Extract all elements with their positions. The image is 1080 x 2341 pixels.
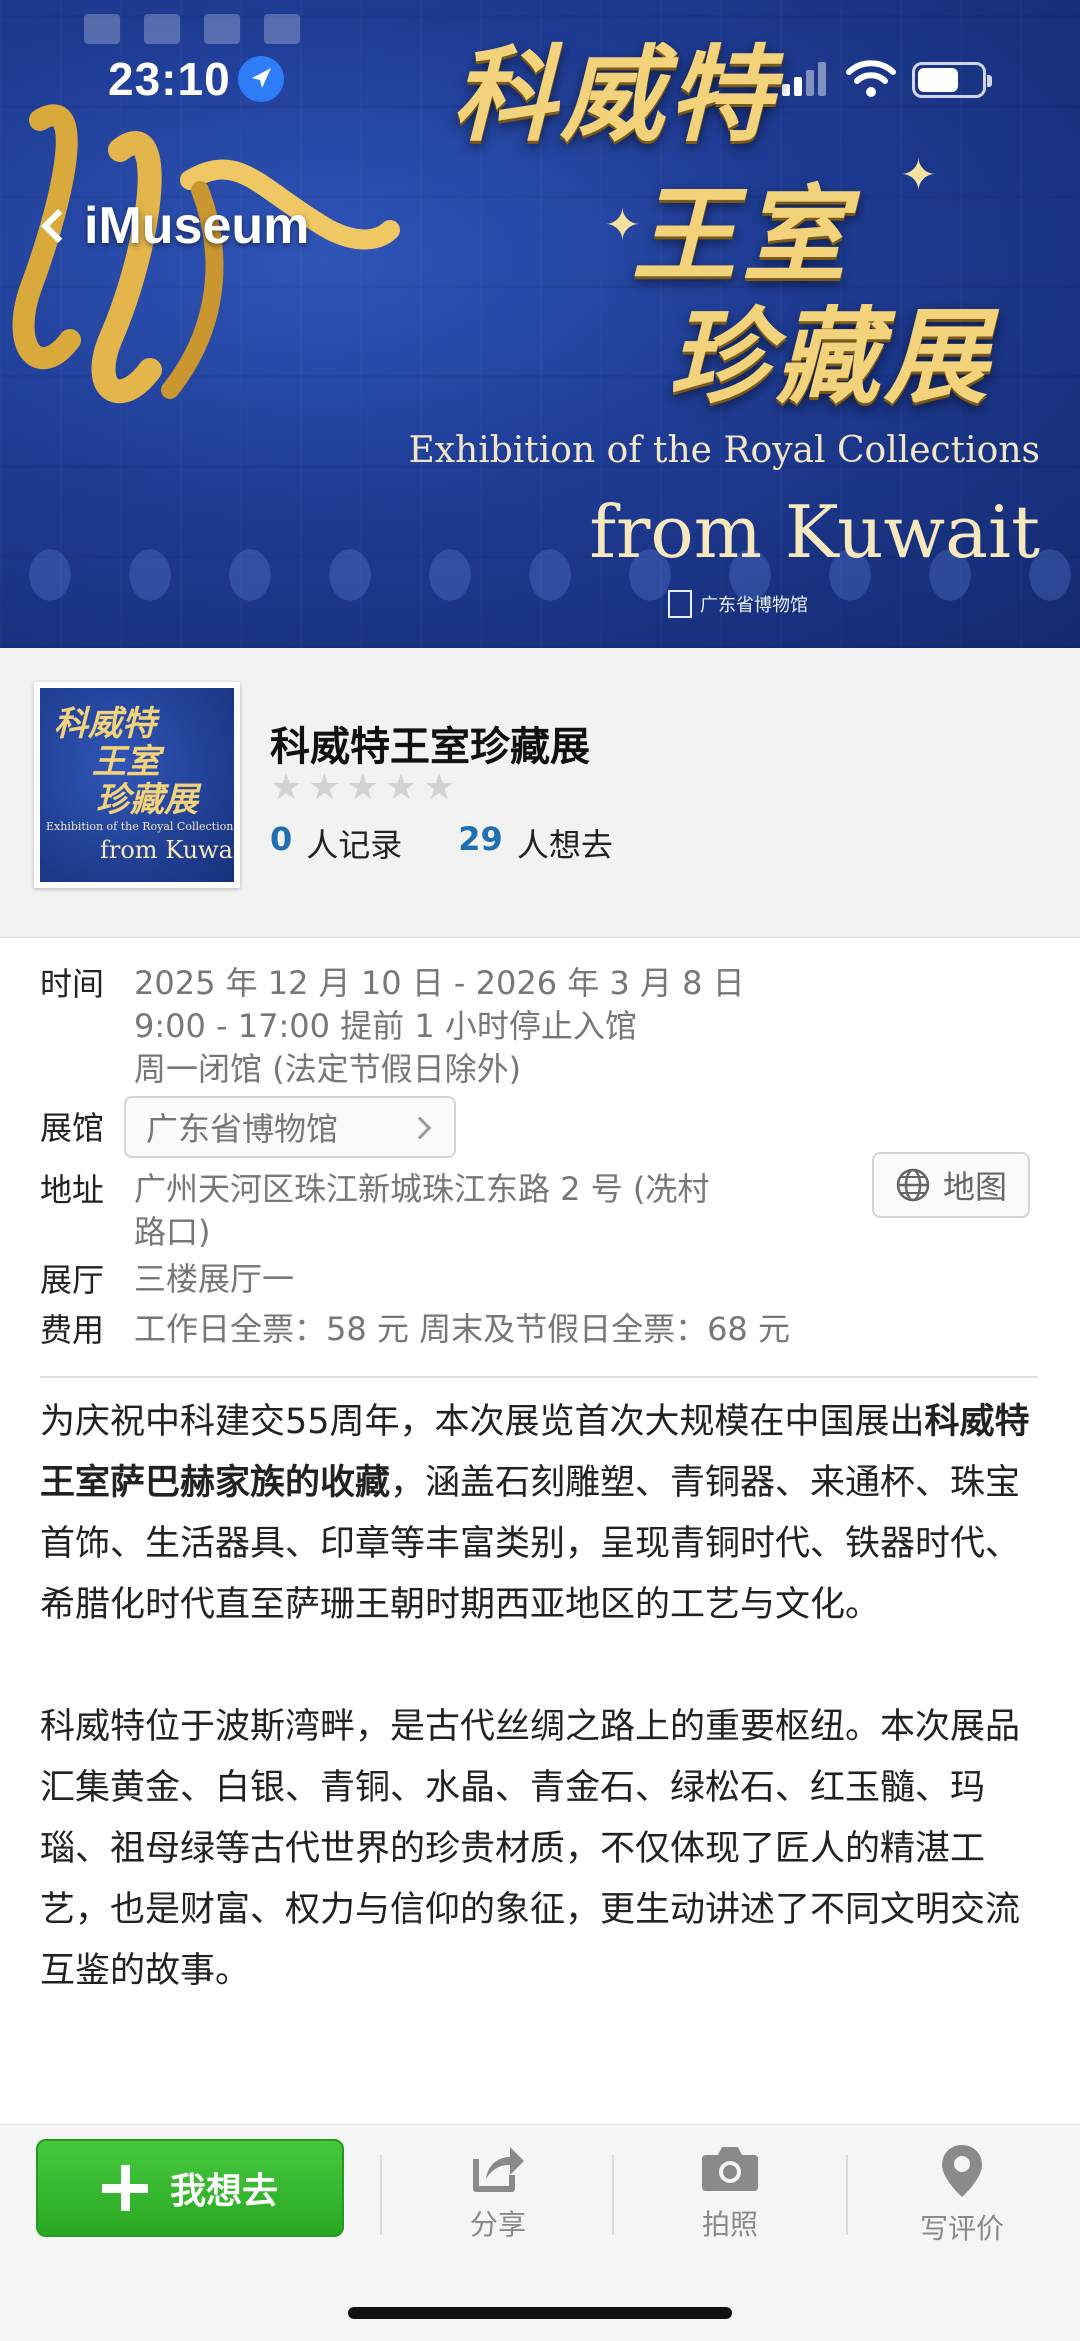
want-label: 人想去 (516, 826, 613, 864)
exhibit-name: 科威特王室珍藏展 (270, 724, 590, 770)
banner-title-line-1: 科威特 (452, 33, 777, 156)
camera-icon (702, 2147, 758, 2191)
museum-logo-icon (668, 590, 692, 618)
home-indicator (348, 2307, 732, 2319)
exhibit-summary-card: 科威特 王室 珍藏展 Exhibition of the Royal Colle… (0, 648, 1080, 938)
banner-title-line-3: 珍藏展 (668, 295, 993, 418)
detail-row-venue: 展馆 (40, 1106, 134, 1150)
banner-museum-name: 广东省博物馆 (700, 595, 808, 616)
battery-icon (912, 62, 992, 98)
bar-separator (612, 2155, 614, 2235)
time-hours: 9:00 - 17:00 提前 1 小时停止入馆 (134, 1007, 637, 1045)
map-pin-icon (942, 2145, 982, 2197)
venue-label: 展馆 (40, 1109, 105, 1147)
hall-label: 展厅 (40, 1261, 105, 1299)
exhibit-description: 为庆祝中科建交55周年，本次展览首次大规模在中国展出科威特王室萨巴赫家族的收藏，… (40, 1392, 1040, 2063)
thumbnail-subtitle-large: from Kuwait (100, 836, 234, 864)
fee-value: 工作日全票：58 元 周末及节假日全票：68 元 (134, 1310, 790, 1348)
hall-value: 三楼展厅一 (134, 1260, 295, 1298)
star-icon: ★ (423, 767, 456, 808)
visitor-counts: 0 人记录 29 人想去 (270, 820, 613, 866)
time-dates: 2025 年 12 月 10 日 - 2026 年 3 月 8 日 (134, 964, 745, 1002)
time-label: 时间 (40, 965, 105, 1003)
thumbnail-subtitle: Exhibition of the Royal Collections (46, 820, 234, 833)
detail-row-fee: 费用 工作日全票：58 元 周末及节假日全票：68 元 (40, 1308, 790, 1352)
status-time: 23:10 (108, 53, 231, 105)
venue-link-button[interactable]: 广东省博物馆 (124, 1096, 456, 1158)
star-icon: ★ (308, 767, 341, 808)
time-closed: 周一闭馆 (法定节假日除外) (134, 1050, 522, 1088)
star-icon: ★ (270, 767, 303, 808)
want-count: 29 (458, 820, 503, 858)
partner-logo-icon (204, 14, 240, 44)
chevron-right-icon (408, 1116, 432, 1140)
exhibition-banner: 23:10 iMuseum 科威特 王室 珍藏展 ✦ ✦ Exhibition … (0, 0, 1080, 648)
chevron-left-icon (41, 209, 75, 243)
banner-subtitle-en-large: from Kuwait (589, 490, 1040, 574)
back-label: iMuseum (84, 197, 310, 255)
detail-row-hall: 展厅 三楼展厅一 (40, 1258, 294, 1302)
write-review-button[interactable]: 写评价 (892, 2143, 1032, 2247)
globe-icon (896, 1168, 930, 1202)
sparkle-icon: ✦ (900, 150, 937, 201)
star-icon: ★ (346, 767, 379, 808)
plus-icon (101, 2165, 148, 2211)
banner-museum-logo: 广东省博物馆 (668, 590, 808, 618)
share-label: 分享 (469, 2208, 526, 2241)
star-icon: ★ (384, 767, 418, 808)
thumbnail-title-3: 珍藏展 (96, 780, 198, 820)
share-icon (473, 2147, 524, 2192)
map-button[interactable]: 地图 (872, 1152, 1030, 1218)
banner-subtitle-en: Exhibition of the Royal Collections (408, 430, 1040, 471)
bar-separator (380, 2155, 382, 2235)
address-line-2: 路口) (134, 1213, 211, 1251)
exhibit-thumbnail[interactable]: 科威特 王室 珍藏展 Exhibition of the Royal Colle… (34, 682, 240, 888)
recorded-label: 人记录 (306, 826, 403, 864)
rating-stars: ★ ★ ★ ★ ★ (270, 770, 455, 806)
want-to-go-button[interactable]: 我想去 (36, 2139, 344, 2237)
recorded-count: 0 (270, 820, 293, 858)
section-divider (40, 1376, 1038, 1378)
detail-row-address: 地址 广州天河区珠江新城珠江东路 2 号 (冼村 路口) (40, 1168, 709, 1254)
bar-separator (846, 2155, 848, 2235)
partner-logo-icon (264, 14, 300, 44)
description-paragraph-2: 科威特位于波斯湾畔，是古代丝绸之路上的重要枢纽。本次展品汇集黄金、白银、青铜、水… (40, 1707, 1021, 1991)
photo-label: 拍照 (701, 2208, 758, 2241)
review-label: 写评价 (919, 2212, 1004, 2245)
partner-logo-icon (144, 14, 180, 44)
map-label: 地图 (942, 1168, 1007, 1206)
location-arrow-icon (238, 56, 284, 102)
venue-name: 广东省博物馆 (146, 1110, 339, 1148)
photo-button[interactable]: 拍照 (660, 2143, 800, 2243)
wifi-icon (846, 60, 896, 97)
address-line-1: 广州天河区珠江新城珠江东路 2 号 (冼村 (134, 1170, 710, 1208)
share-button[interactable]: 分享 (428, 2143, 568, 2243)
fee-label: 费用 (40, 1311, 105, 1349)
partner-logos (84, 14, 300, 44)
description-paragraph-1: 为庆祝中科建交55周年，本次展览首次大规模在中国展出科威特王室萨巴赫家族的收藏，… (40, 1402, 1030, 1625)
partner-logo-icon (84, 14, 120, 44)
detail-row-time: 时间 2025 年 12 月 10 日 - 2026 年 3 月 8 日 9:0… (40, 962, 745, 1091)
address-label: 地址 (40, 1171, 105, 1209)
want-to-go-label: 我想去 (169, 2171, 278, 2212)
cellular-signal-icon (782, 62, 826, 96)
sparkle-icon: ✦ (604, 200, 641, 251)
back-button[interactable]: iMuseum (41, 196, 310, 256)
